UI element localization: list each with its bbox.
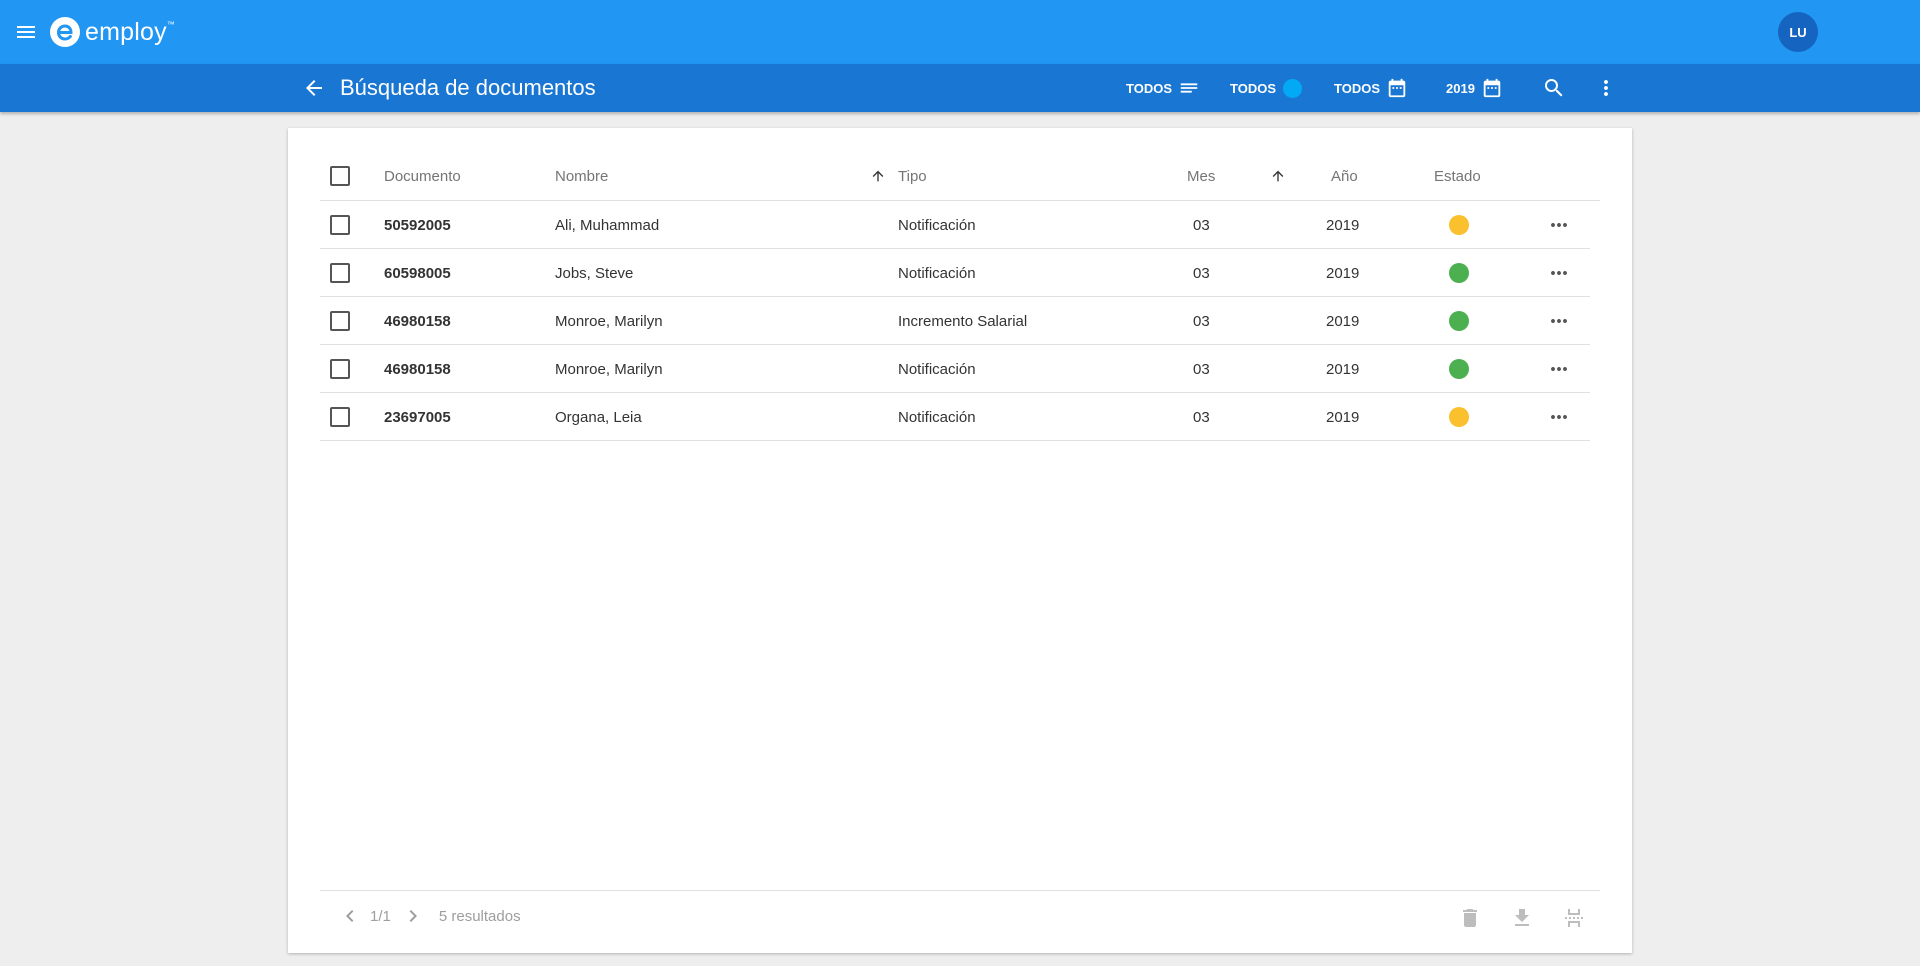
table-row[interactable]: 23697005 Organa, Leia Notificación 03 20…	[320, 393, 1590, 441]
document-month: 03	[1193, 264, 1210, 282]
page-indicator: 1/1	[370, 907, 391, 925]
sort-asc-icon[interactable]	[1270, 151, 1286, 201]
document-month: 03	[1193, 408, 1210, 426]
table-header: Documento Nombre Tipo Mes Año Estado	[320, 151, 1600, 201]
app-header: employ ™ LU	[0, 0, 1920, 64]
header-estado[interactable]: Estado	[1434, 151, 1481, 201]
document-type: Incremento Salarial	[898, 312, 1028, 330]
employee-name: Organa, Leia	[555, 408, 642, 426]
delete-icon[interactable]	[1458, 906, 1482, 930]
table-row[interactable]: 46980158 Monroe, Marilyn Notificación 03…	[320, 345, 1590, 393]
page-title: Búsqueda de documentos	[340, 75, 596, 100]
employee-name: Monroe, Marilyn	[555, 360, 663, 378]
header-mes[interactable]: Mes	[1187, 151, 1215, 201]
page-toolbar: Búsqueda de documentos TODOS TODOS TODOS…	[0, 64, 1920, 112]
more-horiz-icon[interactable]	[1547, 201, 1571, 249]
pagination: 1/1 5 resultados	[338, 902, 521, 930]
more-horiz-icon[interactable]	[1547, 249, 1571, 297]
employee-name: Monroe, Marilyn	[555, 312, 663, 330]
calendar-icon	[1388, 78, 1406, 98]
header-tipo[interactable]: Tipo	[898, 151, 927, 201]
footer-divider	[320, 890, 1600, 891]
filter-estado-label: TODOS	[1230, 80, 1276, 96]
more-horiz-icon[interactable]	[1547, 393, 1571, 441]
table-row[interactable]: 46980158 Monroe, Marilyn Incremento Sala…	[320, 297, 1590, 345]
header-anio[interactable]: Año	[1331, 151, 1358, 201]
document-number: 23697005	[384, 408, 451, 426]
table-row[interactable]: 60598005 Jobs, Steve Notificación 03 201…	[320, 249, 1590, 297]
download-icon[interactable]	[1510, 906, 1534, 930]
row-checkbox[interactable]	[330, 263, 350, 283]
search-icon[interactable]	[1542, 76, 1566, 100]
document-number: 46980158	[384, 312, 451, 330]
more-vert-icon[interactable]	[1594, 76, 1618, 100]
document-number: 60598005	[384, 264, 451, 282]
status-dot	[1449, 359, 1469, 379]
document-month: 03	[1193, 312, 1210, 330]
filter-estado[interactable]: TODOS	[1230, 76, 1302, 100]
filter-tipo-label: TODOS	[1126, 80, 1172, 96]
employee-name: Jobs, Steve	[555, 264, 634, 282]
row-checkbox[interactable]	[330, 359, 350, 379]
more-horiz-icon[interactable]	[1547, 345, 1571, 393]
header-documento[interactable]: Documento	[384, 151, 461, 201]
list-icon	[1180, 83, 1198, 93]
filter-anio[interactable]: 2019	[1446, 76, 1503, 100]
sort-asc-icon[interactable]	[870, 151, 886, 201]
document-year: 2019	[1326, 360, 1360, 378]
status-dot-icon	[1283, 78, 1302, 98]
results-count: 5 resultados	[438, 907, 521, 925]
status-dot	[1449, 263, 1469, 283]
page-break-icon[interactable]	[1562, 906, 1586, 930]
user-avatar[interactable]: LU	[1778, 12, 1818, 52]
filter-mes-label: TODOS	[1334, 80, 1380, 96]
menu-icon[interactable]	[14, 20, 38, 44]
document-year: 2019	[1326, 264, 1360, 282]
document-year: 2019	[1326, 216, 1360, 234]
document-number: 46980158	[384, 360, 451, 378]
document-month: 03	[1193, 216, 1210, 234]
document-number: 50592005	[384, 216, 451, 234]
document-type: Notificación	[898, 216, 976, 234]
row-checkbox[interactable]	[330, 407, 350, 427]
employee-name: Ali, Muhammad	[555, 216, 660, 234]
filter-anio-label: 2019	[1446, 80, 1475, 96]
document-month: 03	[1193, 360, 1210, 378]
status-dot	[1449, 407, 1469, 427]
filter-mes[interactable]: TODOS	[1334, 76, 1408, 100]
row-checkbox[interactable]	[330, 215, 350, 235]
documents-card: Documento Nombre Tipo Mes Año Estado 505…	[288, 128, 1632, 953]
filter-tipo[interactable]: TODOS	[1126, 76, 1200, 100]
table-row[interactable]: 50592005 Ali, Muhammad Notificación 03 2…	[320, 201, 1590, 249]
document-type: Notificación	[898, 408, 976, 426]
document-type: Notificación	[898, 360, 976, 378]
status-dot	[1449, 311, 1469, 331]
document-year: 2019	[1326, 408, 1360, 426]
employ-logo[interactable]: employ ™	[50, 15, 175, 49]
select-all-checkbox[interactable]	[330, 166, 350, 186]
more-horiz-icon[interactable]	[1547, 297, 1571, 345]
header-nombre[interactable]: Nombre	[555, 151, 608, 201]
row-checkbox[interactable]	[330, 311, 350, 331]
document-year: 2019	[1326, 312, 1360, 330]
calendar-icon	[1483, 78, 1501, 98]
status-dot	[1449, 215, 1469, 235]
brand-name: employ	[85, 17, 167, 46]
chevron-left-icon[interactable]	[338, 904, 362, 928]
chevron-right-icon[interactable]	[401, 904, 425, 928]
employ-logo-icon	[50, 17, 80, 47]
select-all-cell	[330, 151, 350, 201]
document-type: Notificación	[898, 264, 976, 282]
back-arrow-icon[interactable]	[302, 76, 326, 100]
